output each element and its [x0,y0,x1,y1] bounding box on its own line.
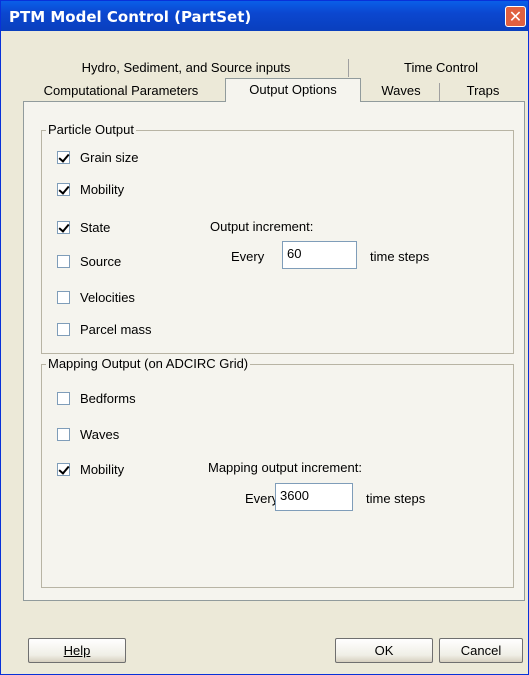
help-button[interactable]: Help [28,638,126,663]
tab-divider [439,83,440,101]
ok-button[interactable]: OK [335,638,433,663]
mapping-output-label: Mapping Output (on ADCIRC Grid) [46,356,251,371]
tab-label: Hydro, Sediment, and Source inputs [81,60,291,75]
checkbox-label: Mobility [80,181,125,197]
title-bar[interactable]: PTM Model Control (PartSet) ✕ [1,1,528,31]
tab-label: Waves [381,83,421,98]
tab-computational-parameters[interactable]: Computational Parameters [21,80,221,102]
output-increment-input[interactable]: 60 [282,241,357,269]
output-increment-label: Output increment: [210,219,314,234]
tab-divider [348,59,349,77]
tab-label: Traps [466,83,500,98]
source-checkbox[interactable]: Source [57,253,121,269]
checkbox-label: Velocities [80,289,135,305]
time-steps-label: time steps [366,491,426,506]
ok-label: OK [374,643,394,658]
tab-hydro-sediment-source[interactable]: Hydro, Sediment, and Source inputs [41,57,331,79]
window-title: PTM Model Control (PartSet) [9,8,252,26]
checkbox-box[interactable] [57,290,70,304]
cancel-button[interactable]: Cancel [439,638,523,663]
tab-traps[interactable]: Traps [443,80,523,102]
tab-waves[interactable]: Waves [363,80,439,102]
checkbox-box[interactable] [57,220,70,234]
bedforms-checkbox[interactable]: Bedforms [57,390,136,406]
close-button[interactable]: ✕ [505,6,526,27]
checkbox-label: Bedforms [80,390,136,406]
checkbox-label: Waves [80,426,120,442]
checkbox-label: Mobility [80,461,125,477]
checkbox-box[interactable] [57,322,70,336]
checkbox-label: Source [80,253,122,269]
every-label: Every [231,249,265,264]
mapping-output-group: Mapping Output (on ADCIRC Grid) Bedforms… [41,356,514,588]
grain-size-checkbox[interactable]: Grain size [57,149,139,165]
particle-output-group: Particle Output Grain size Mobility Stat… [41,122,514,354]
checkbox-box[interactable] [57,182,70,196]
checkbox-label: Parcel mass [80,321,152,337]
tab-time-control[interactable]: Time Control [361,57,521,79]
checkbox-label: State [80,219,111,235]
checkbox-label: Grain size [80,149,139,165]
checkbox-box[interactable] [57,462,70,476]
mapping-increment-label: Mapping output increment: [208,460,362,475]
particle-output-label: Particle Output [46,122,136,137]
tab-label: Time Control [404,60,478,75]
dialog-window: PTM Model Control (PartSet) ✕ Hydro, Sed… [0,0,529,675]
close-icon: ✕ [508,7,523,26]
output-options-panel: Particle Output Grain size Mobility Stat… [23,101,525,601]
checkbox-box[interactable] [57,254,70,268]
cancel-label: Cancel [460,643,502,658]
map-mobility-checkbox[interactable]: Mobility [57,461,124,477]
tab-output-options[interactable]: Output Options [225,78,361,102]
parcel-mass-checkbox[interactable]: Parcel mass [57,321,152,337]
velocities-checkbox[interactable]: Velocities [57,289,135,305]
tab-label: Output Options [249,82,337,97]
mobility-checkbox[interactable]: Mobility [57,181,124,197]
time-steps-label: time steps [370,249,430,264]
mapping-increment-input[interactable]: 3600 [275,483,353,511]
waves-checkbox[interactable]: Waves [57,426,119,442]
checkbox-box[interactable] [57,427,70,441]
every-label: Every [245,491,279,506]
state-checkbox[interactable]: State [57,219,110,235]
checkbox-box[interactable] [57,150,70,164]
help-label: Help [63,643,91,658]
tab-label: Computational Parameters [43,83,199,98]
checkbox-box[interactable] [57,391,70,405]
